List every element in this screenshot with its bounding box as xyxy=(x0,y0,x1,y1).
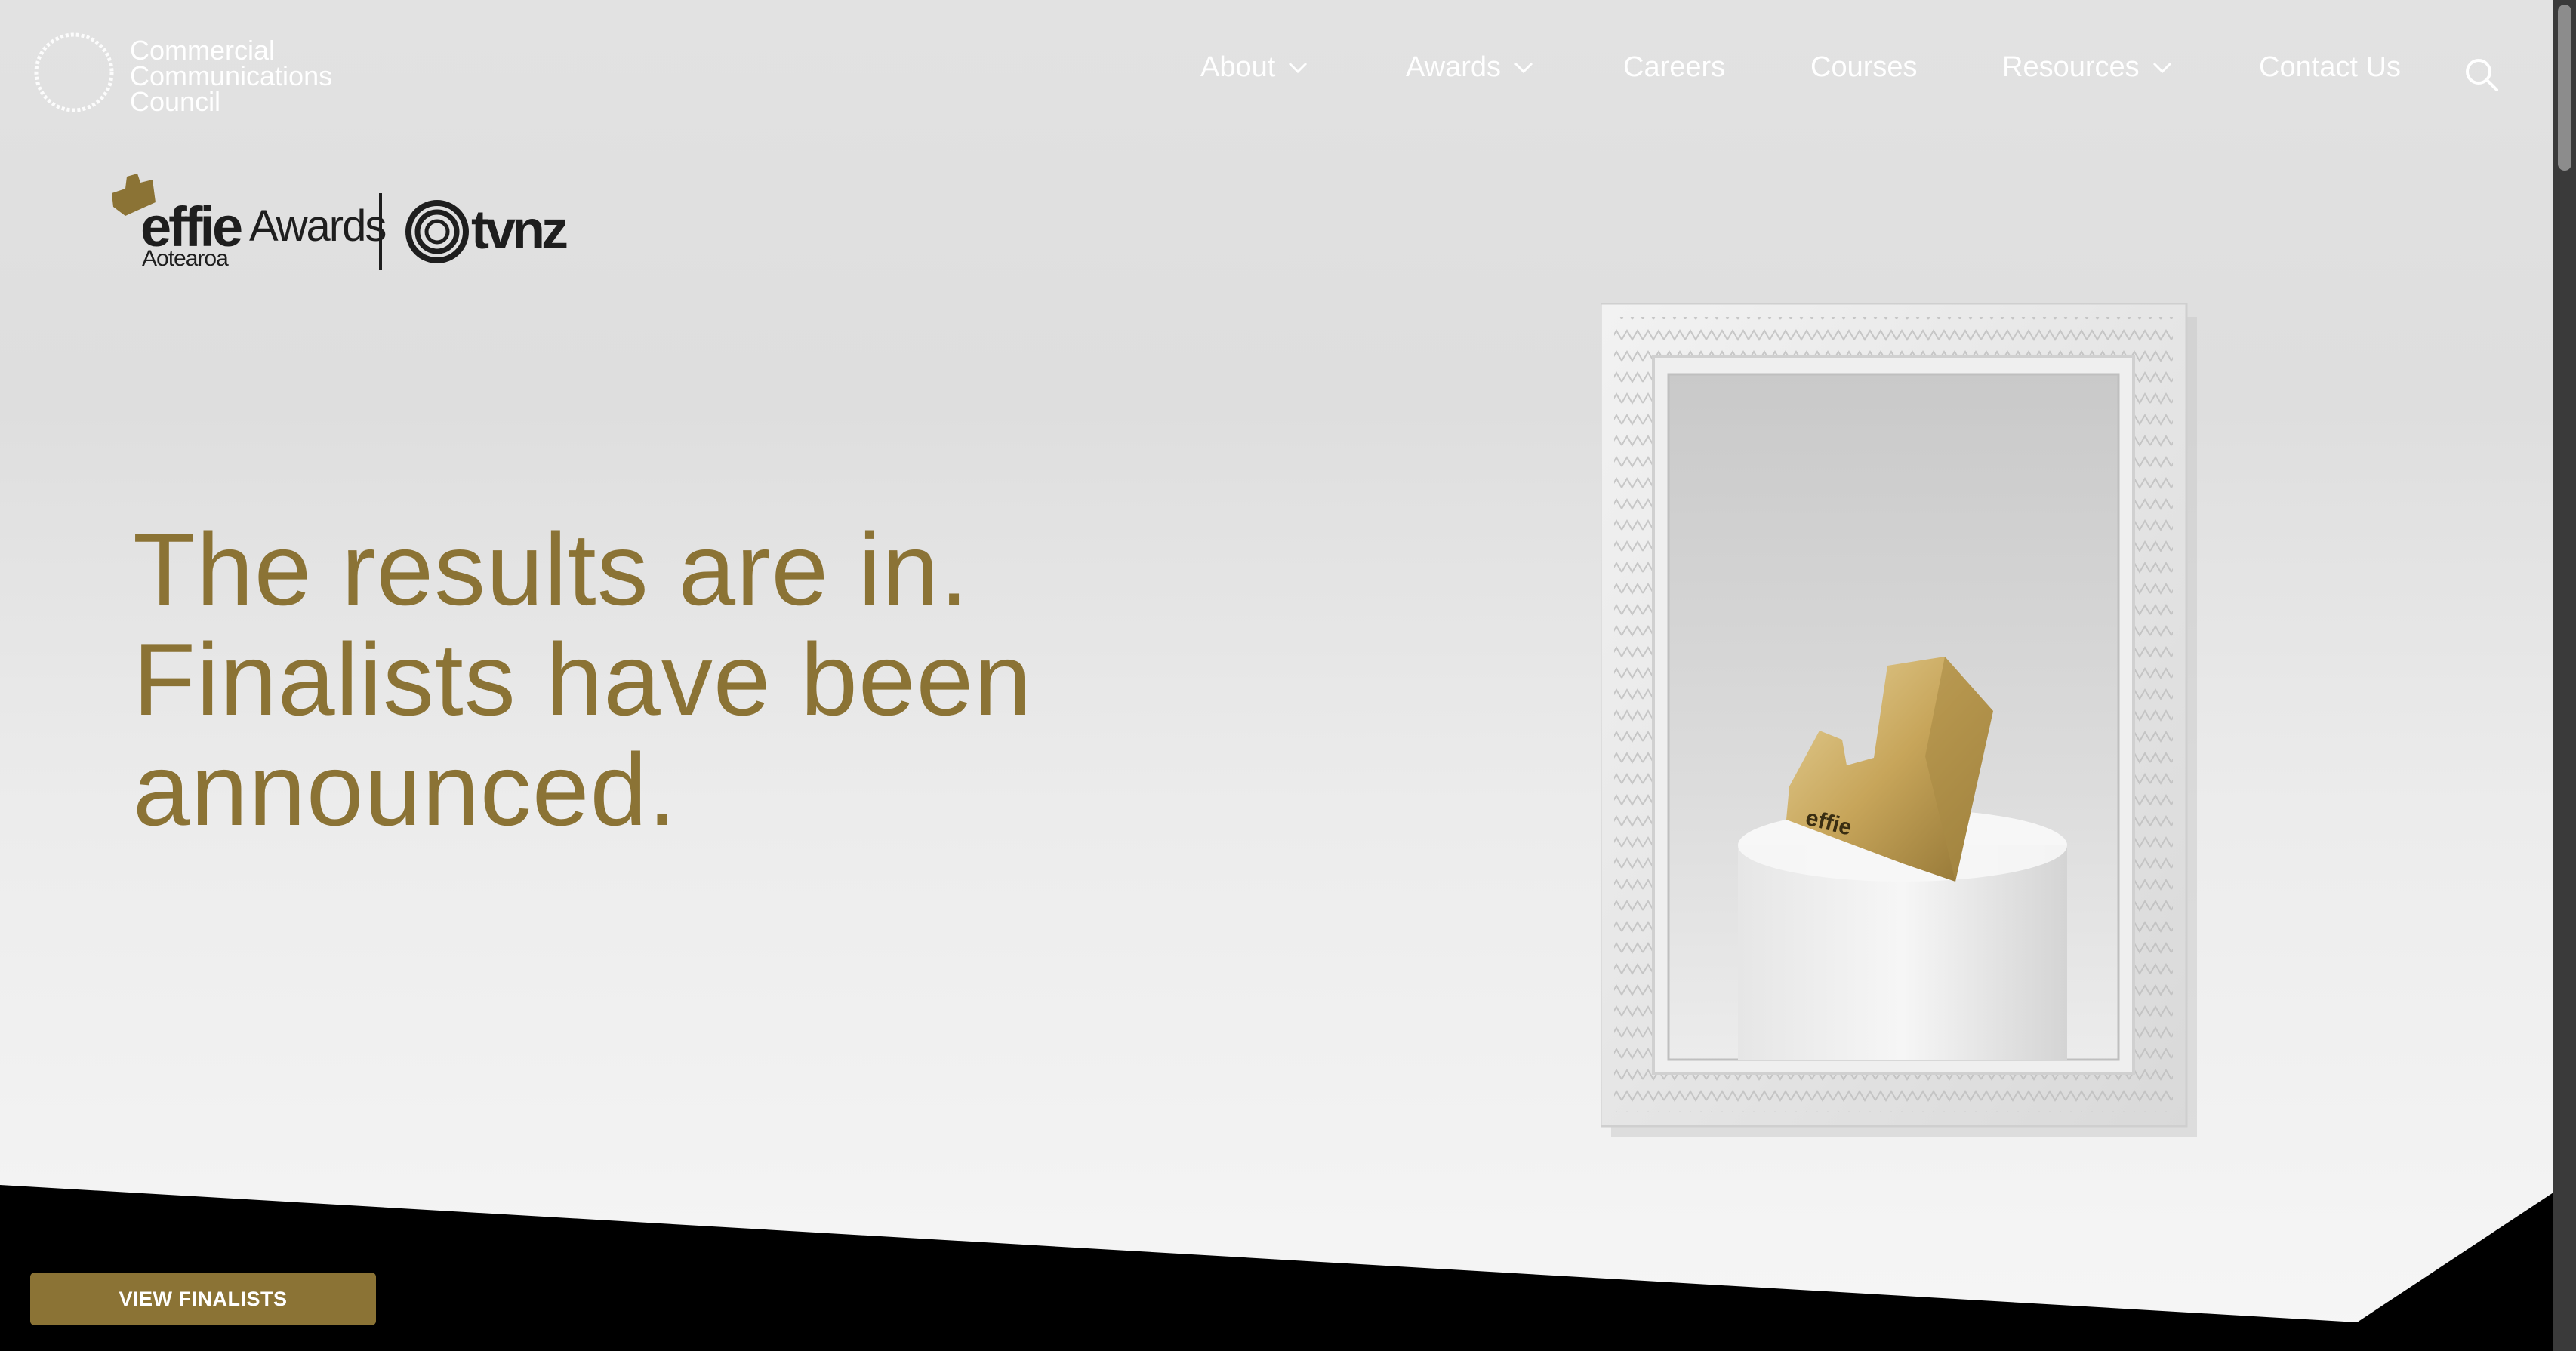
awards-wordmark: Awards xyxy=(249,202,387,251)
logo-line-1: Commercial xyxy=(130,35,276,66)
nav-item-awards[interactable]: Awards xyxy=(1406,51,1534,84)
framed-trophy-image: effie xyxy=(1601,303,2197,1137)
nav-item-label: Courses xyxy=(1810,51,1918,83)
nav-item-label: Awards xyxy=(1406,51,1502,83)
nav-item-label: Contact Us xyxy=(2259,51,2401,83)
nav-item-careers[interactable]: Careers xyxy=(1623,51,1725,84)
nav-item-label: Resources xyxy=(2002,51,2140,83)
nav-item-resources[interactable]: Resources xyxy=(2002,51,2173,84)
hero-headline: The results are in. Finalists have been … xyxy=(133,514,1190,845)
nav-item-courses[interactable]: Courses xyxy=(1810,51,1918,84)
view-finalists-button[interactable]: VIEW FINALISTS xyxy=(30,1273,376,1325)
lockup-divider xyxy=(379,193,382,270)
nav-item-contact-us[interactable]: Contact Us xyxy=(2259,51,2401,84)
nav-item-label: Careers xyxy=(1623,51,1726,83)
tvnz-wordmark: tvnz xyxy=(471,200,569,260)
search-icon[interactable] xyxy=(2463,56,2501,94)
nav-item-about[interactable]: About xyxy=(1200,51,1308,84)
headline-line-2: Finalists have been xyxy=(133,622,1032,737)
chevron-down-icon xyxy=(2152,62,2171,73)
nav-item-label: About xyxy=(1200,51,1276,83)
headline-line-3: announced. xyxy=(133,732,677,848)
chevron-down-icon xyxy=(1514,62,1533,73)
logo-line-2: Communications xyxy=(130,60,333,91)
site-logo[interactable]: Commercial Communications Council xyxy=(32,30,332,115)
tvnz-ring-icon xyxy=(405,200,469,263)
hero-section: Commercial Communications Council About … xyxy=(0,0,2553,1351)
effie-tvnz-lockup: effie Awards Aotearoa tvnz xyxy=(110,172,569,278)
scrollbar-thumb[interactable] xyxy=(2558,5,2571,171)
logo-ring-icon xyxy=(34,32,114,112)
logo-line-3: Council xyxy=(130,86,221,117)
page-scrollbar[interactable] xyxy=(2553,0,2576,1351)
region-label: Aotearoa xyxy=(142,246,229,271)
chevron-down-icon xyxy=(1289,62,1308,73)
headline-line-1: The results are in. xyxy=(133,512,969,627)
logo-wordmark: Commercial Communications Council xyxy=(130,35,333,117)
